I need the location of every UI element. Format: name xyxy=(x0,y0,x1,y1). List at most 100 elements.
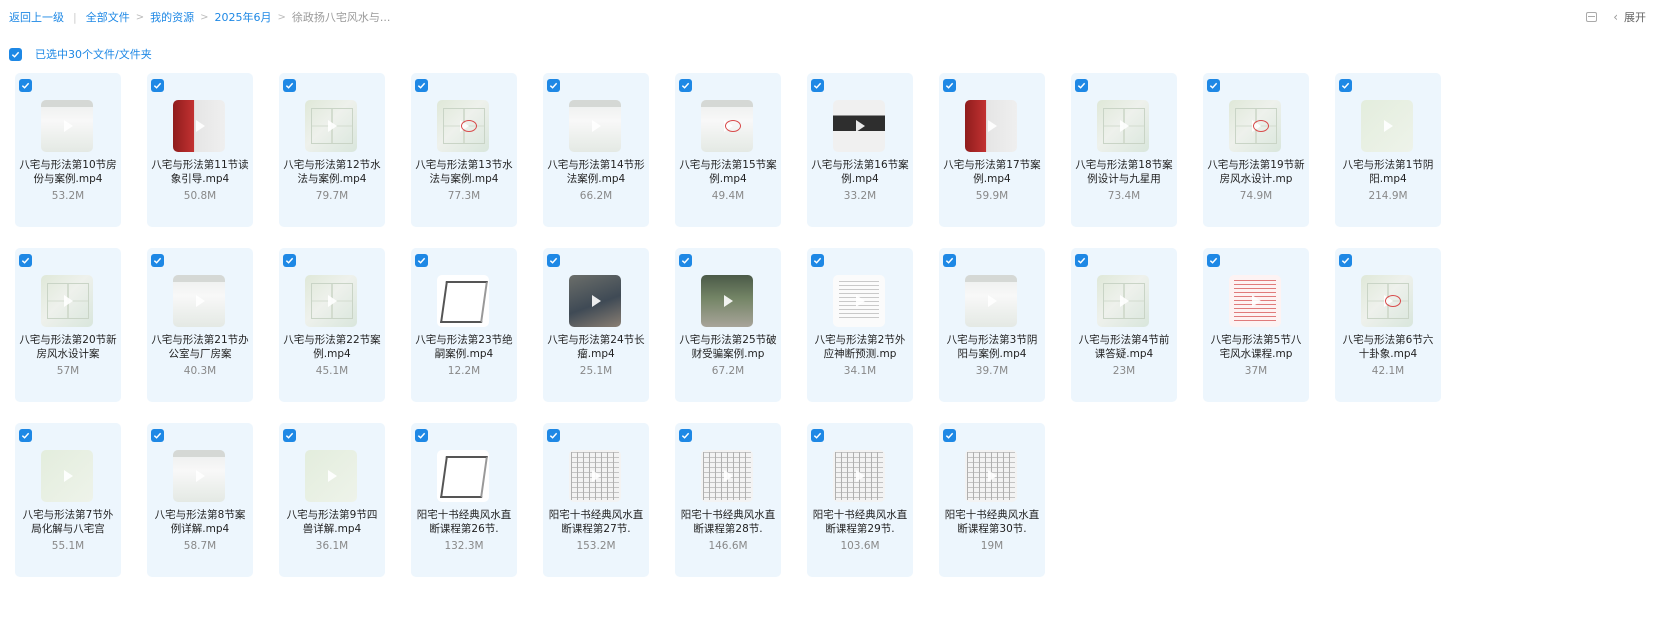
file-checkbox[interactable] xyxy=(415,79,428,92)
back-link[interactable]: 返回上一级 xyxy=(9,9,64,25)
video-thumbnail[interactable] xyxy=(41,275,93,327)
file-checkbox[interactable] xyxy=(547,429,560,442)
file-checkbox[interactable] xyxy=(1075,79,1088,92)
file-checkbox[interactable] xyxy=(283,79,296,92)
file-card[interactable]: 八宅与形法第2节外应神断预测.mp 34.1M xyxy=(807,248,913,402)
video-thumbnail[interactable] xyxy=(701,275,753,327)
file-card[interactable]: 八宅与形法第23节绝嗣案例.mp4 12.2M xyxy=(411,248,517,402)
chevron-left-icon[interactable]: ‹ xyxy=(1613,10,1618,24)
video-thumbnail[interactable] xyxy=(833,275,885,327)
file-checkbox[interactable] xyxy=(811,254,824,267)
video-thumbnail[interactable] xyxy=(41,450,93,502)
file-card[interactable]: 八宅与形法第24节长瘤.mp4 25.1M xyxy=(543,248,649,402)
video-thumbnail[interactable] xyxy=(437,275,489,327)
breadcrumb-item-month[interactable]: 2025年6月 xyxy=(215,9,272,25)
file-card[interactable]: 八宅与形法第19节新房风水设计.mp 74.9M xyxy=(1203,73,1309,227)
expand-button[interactable]: 展开 xyxy=(1624,9,1646,25)
video-thumbnail[interactable] xyxy=(1361,275,1413,327)
file-card[interactable]: 八宅与形法第13节水法与案例.mp4 77.3M xyxy=(411,73,517,227)
file-checkbox[interactable] xyxy=(19,79,32,92)
file-card[interactable]: 八宅与形法第15节案例.mp4 49.4M xyxy=(675,73,781,227)
file-checkbox[interactable] xyxy=(811,79,824,92)
file-checkbox[interactable] xyxy=(1339,79,1352,92)
file-checkbox[interactable] xyxy=(547,254,560,267)
file-card[interactable]: 阳宅十书经典风水直断课程第30节. 19M xyxy=(939,423,1045,577)
file-card[interactable]: 八宅与形法第12节水法与案例.mp4 79.7M xyxy=(279,73,385,227)
select-all-checkbox[interactable] xyxy=(9,47,22,61)
video-thumbnail[interactable] xyxy=(305,450,357,502)
file-card[interactable]: 八宅与形法第1节阴阳.mp4 214.9M xyxy=(1335,73,1441,227)
file-card[interactable]: 八宅与形法第7节外局化解与八宅宫 55.1M xyxy=(15,423,121,577)
video-thumbnail[interactable] xyxy=(1361,100,1413,152)
video-thumbnail[interactable] xyxy=(569,275,621,327)
video-thumbnail[interactable] xyxy=(965,100,1017,152)
file-checkbox[interactable] xyxy=(679,429,692,442)
file-checkbox[interactable] xyxy=(283,254,296,267)
breadcrumb-item-my-resources[interactable]: 我的资源 xyxy=(150,9,194,25)
file-card[interactable]: 八宅与形法第5节八宅风水课程.mp 37M xyxy=(1203,248,1309,402)
breadcrumb-item-all-files[interactable]: 全部文件 xyxy=(86,9,130,25)
video-thumbnail[interactable] xyxy=(437,450,489,502)
video-thumbnail[interactable] xyxy=(173,450,225,502)
video-thumbnail[interactable] xyxy=(1229,275,1281,327)
file-card[interactable]: 八宅与形法第11节读象引导.mp4 50.8M xyxy=(147,73,253,227)
file-card[interactable]: 八宅与形法第18节案例设计与九星用 73.4M xyxy=(1071,73,1177,227)
file-checkbox[interactable] xyxy=(1075,254,1088,267)
file-checkbox[interactable] xyxy=(943,79,956,92)
file-checkbox[interactable] xyxy=(19,429,32,442)
file-checkbox[interactable] xyxy=(19,254,32,267)
file-card[interactable]: 八宅与形法第20节新房风水设计案 57M xyxy=(15,248,121,402)
video-thumbnail[interactable] xyxy=(305,100,357,152)
video-thumbnail[interactable] xyxy=(305,275,357,327)
video-thumbnail[interactable] xyxy=(833,450,885,502)
file-checkbox[interactable] xyxy=(1207,254,1220,267)
file-checkbox[interactable] xyxy=(943,254,956,267)
video-thumbnail[interactable] xyxy=(437,100,489,152)
video-thumbnail[interactable] xyxy=(569,100,621,152)
file-checkbox[interactable] xyxy=(1339,254,1352,267)
video-thumbnail[interactable] xyxy=(173,100,225,152)
file-checkbox[interactable] xyxy=(679,79,692,92)
file-card[interactable]: 八宅与形法第6节六十卦象.mp4 42.1M xyxy=(1335,248,1441,402)
file-size: 146.6M xyxy=(708,540,748,552)
file-checkbox[interactable] xyxy=(547,79,560,92)
checkmark-icon xyxy=(417,82,426,89)
file-card[interactable]: 八宅与形法第16节案例.mp4 33.2M xyxy=(807,73,913,227)
file-card[interactable]: 八宅与形法第9节四兽详解.mp4 36.1M xyxy=(279,423,385,577)
file-checkbox[interactable] xyxy=(415,429,428,442)
file-card[interactable]: 八宅与形法第8节案例详解.mp4 58.7M xyxy=(147,423,253,577)
file-checkbox[interactable] xyxy=(679,254,692,267)
video-thumbnail[interactable] xyxy=(1097,275,1149,327)
file-checkbox[interactable] xyxy=(151,79,164,92)
file-checkbox[interactable] xyxy=(283,429,296,442)
video-thumbnail[interactable] xyxy=(173,275,225,327)
video-thumbnail[interactable] xyxy=(833,100,885,152)
video-thumbnail[interactable] xyxy=(1097,100,1149,152)
file-card[interactable]: 八宅与形法第14节形法案例.mp4 66.2M xyxy=(543,73,649,227)
video-thumbnail[interactable] xyxy=(41,100,93,152)
file-checkbox[interactable] xyxy=(943,429,956,442)
file-card[interactable]: 八宅与形法第25节破财受骗案例.mp 67.2M xyxy=(675,248,781,402)
list-view-icon[interactable] xyxy=(1586,12,1598,22)
video-thumbnail[interactable] xyxy=(701,450,753,502)
video-thumbnail[interactable] xyxy=(965,450,1017,502)
file-checkbox[interactable] xyxy=(1207,79,1220,92)
file-card[interactable]: 八宅与形法第22节案例.mp4 45.1M xyxy=(279,248,385,402)
file-checkbox[interactable] xyxy=(151,429,164,442)
file-card[interactable]: 阳宅十书经典风水直断课程第29节. 103.6M xyxy=(807,423,913,577)
file-card[interactable]: 阳宅十书经典风水直断课程第26节. 132.3M xyxy=(411,423,517,577)
video-thumbnail[interactable] xyxy=(701,100,753,152)
file-card[interactable]: 阳宅十书经典风水直断课程第28节. 146.6M xyxy=(675,423,781,577)
file-card[interactable]: 八宅与形法第21节办公室与厂房案 40.3M xyxy=(147,248,253,402)
file-card[interactable]: 八宅与形法第17节案例.mp4 59.9M xyxy=(939,73,1045,227)
video-thumbnail[interactable] xyxy=(569,450,621,502)
file-card[interactable]: 八宅与形法第10节房份与案例.mp4 53.2M xyxy=(15,73,121,227)
file-card[interactable]: 八宅与形法第3节阴阳与案例.mp4 39.7M xyxy=(939,248,1045,402)
file-card[interactable]: 八宅与形法第4节前课答疑.mp4 23M xyxy=(1071,248,1177,402)
file-checkbox[interactable] xyxy=(811,429,824,442)
file-card[interactable]: 阳宅十书经典风水直断课程第27节. 153.2M xyxy=(543,423,649,577)
file-checkbox[interactable] xyxy=(151,254,164,267)
file-checkbox[interactable] xyxy=(415,254,428,267)
video-thumbnail[interactable] xyxy=(965,275,1017,327)
video-thumbnail[interactable] xyxy=(1229,100,1281,152)
